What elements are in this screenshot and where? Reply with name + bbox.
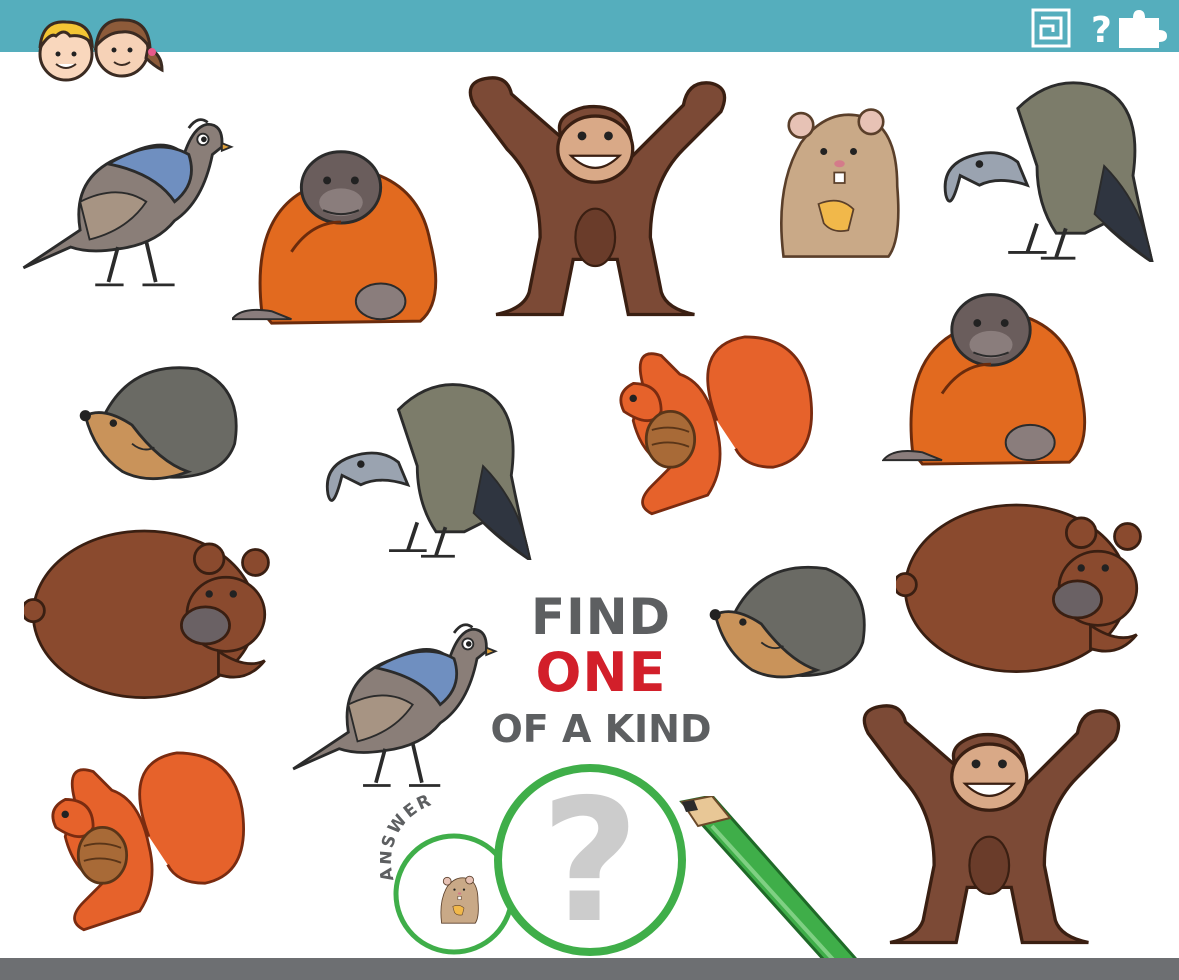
animal-hedgehog[interactable] — [706, 550, 872, 684]
toolbar-icons: ? — [1031, 8, 1167, 50]
question-icon[interactable]: ? — [1091, 10, 1112, 50]
puzzle-icon[interactable] — [1119, 10, 1167, 48]
animal-hamster[interactable] — [766, 78, 906, 274]
svg-text:?: ? — [1091, 10, 1112, 50]
animal-vulture[interactable] — [320, 372, 538, 560]
animal-chimpanzee[interactable] — [836, 700, 1148, 948]
maze-icon[interactable] — [1031, 8, 1071, 48]
title-find: FIND — [530, 588, 672, 646]
puzzle-title: FIND ONE OF A KIND — [486, 592, 716, 748]
answer-hamster — [440, 875, 479, 924]
animal-chimpanzee[interactable] — [442, 72, 754, 320]
pencil-icon — [679, 796, 865, 980]
kids-logo — [38, 18, 164, 82]
top-banner — [0, 0, 1179, 52]
animal-orangutan[interactable] — [232, 132, 450, 328]
title-of-a-kind: OF A KIND — [490, 707, 712, 751]
answer-area: ANSWER ? — [380, 763, 686, 960]
animal-squirrel[interactable] — [28, 736, 256, 942]
question-mark: ? — [541, 763, 640, 960]
bottom-banner — [0, 958, 1179, 980]
animal-orangutan[interactable] — [882, 276, 1100, 468]
animal-quail[interactable] — [14, 92, 236, 302]
animal-hedgehog[interactable] — [76, 350, 244, 486]
animal-bear[interactable] — [896, 490, 1146, 682]
animal-squirrel[interactable] — [596, 320, 824, 526]
animal-vulture[interactable] — [940, 70, 1158, 262]
animal-bear[interactable] — [24, 516, 274, 708]
title-one: ONE — [535, 641, 667, 704]
